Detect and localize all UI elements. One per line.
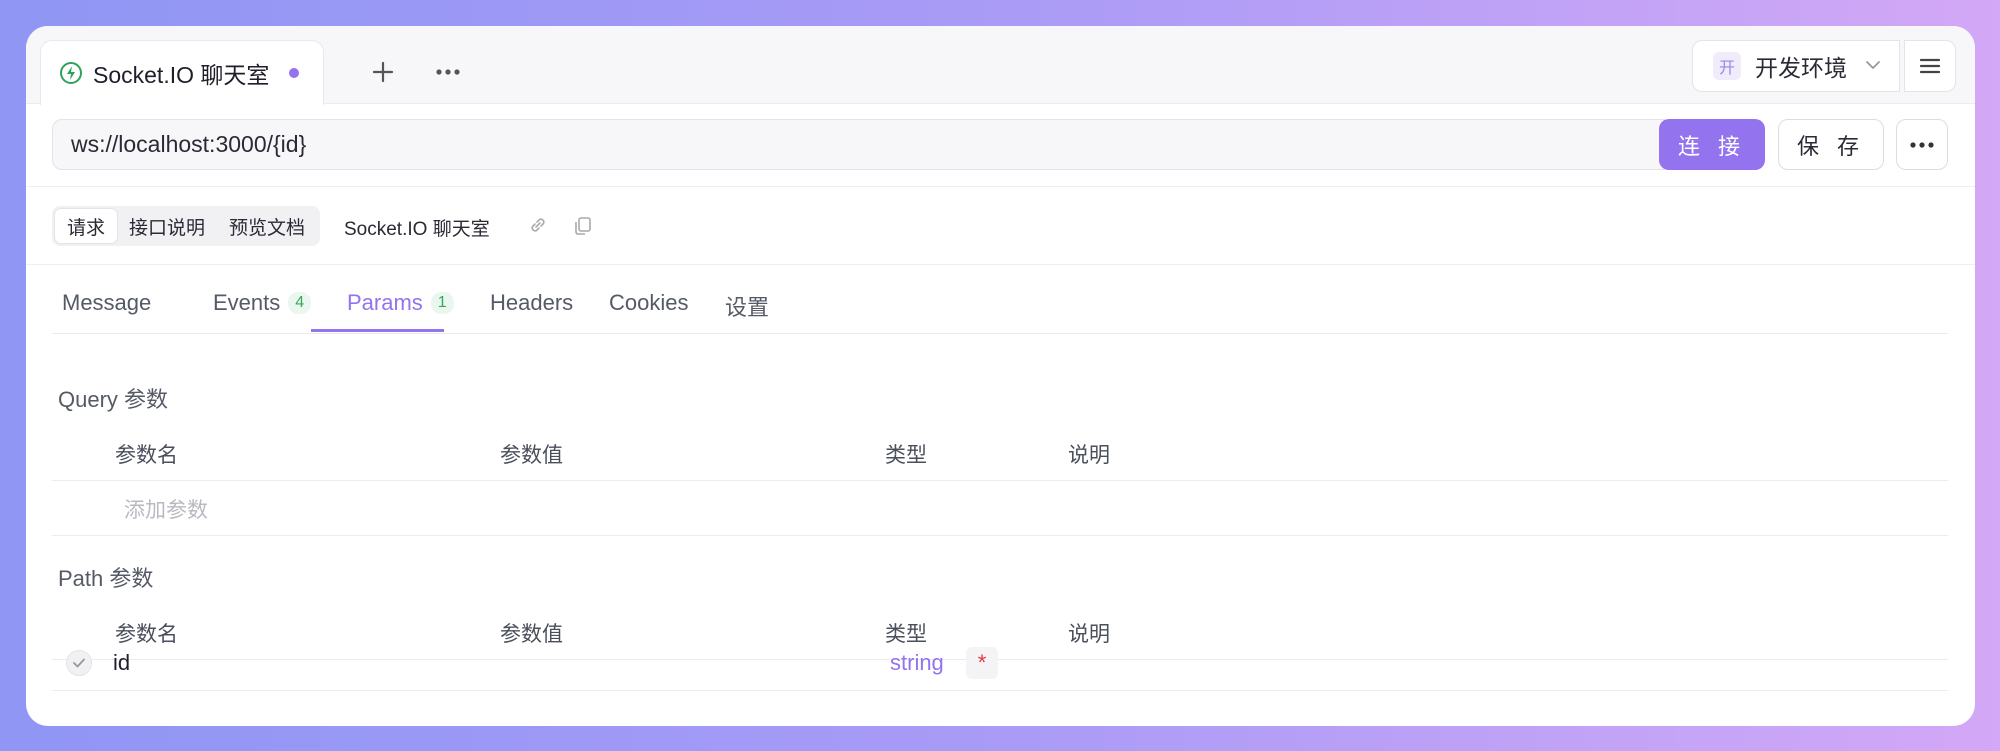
env-badge: 开 xyxy=(1713,52,1741,80)
new-tab-button[interactable] xyxy=(361,50,405,94)
copy-icon[interactable] xyxy=(570,212,596,238)
segment-preview-doc[interactable]: 预览文档 xyxy=(217,209,317,243)
tab-cookies[interactable]: Cookies xyxy=(609,290,688,316)
tab-events[interactable]: Events 4 xyxy=(213,290,312,316)
query-col-desc: 说明 xyxy=(1068,444,1110,467)
active-tab-indicator xyxy=(311,329,444,332)
divider xyxy=(52,480,1948,481)
path-col-desc: 说明 xyxy=(1068,623,1110,646)
connect-button[interactable]: 连 接 xyxy=(1659,119,1765,170)
path-col-type: 类型 xyxy=(885,623,927,646)
path-section-title: Path 参数 xyxy=(58,566,154,591)
tab-bar: Socket.IO 聊天室 开 开发环境 xyxy=(26,26,1975,105)
path-col-name: 参数名 xyxy=(115,623,178,646)
tab-params-label: Params xyxy=(347,290,423,315)
tab-socketio-chat[interactable]: Socket.IO 聊天室 xyxy=(40,40,324,105)
query-section-title: Query 参数 xyxy=(58,387,169,412)
param-type-cell[interactable]: string xyxy=(890,650,944,676)
tab-settings-label: 设置 xyxy=(725,295,770,320)
plus-icon xyxy=(372,61,394,83)
tab-message[interactable]: Message xyxy=(62,290,151,316)
events-count-badge: 4 xyxy=(288,292,312,314)
divider xyxy=(52,659,1948,660)
link-icon[interactable] xyxy=(525,212,551,238)
ellipsis-icon xyxy=(1910,141,1934,148)
chevron-down-icon xyxy=(1865,57,1881,75)
hamburger-icon xyxy=(1919,58,1941,74)
params-count-badge: 1 xyxy=(430,292,454,314)
param-enable-checkbox[interactable] xyxy=(66,650,92,676)
request-tabs: Message Events 4 Params 1 Headers Cookies … xyxy=(52,282,1948,334)
path-col-value: 参数值 xyxy=(500,623,563,646)
url-input[interactable]: ws://localhost:3000/{id} xyxy=(52,119,1672,170)
add-query-param-input[interactable]: 添加参数 xyxy=(124,494,208,524)
query-col-name: 参数名 xyxy=(115,444,178,467)
ellipsis-icon xyxy=(436,69,460,75)
tab-headers-label: Headers xyxy=(490,290,574,315)
doc-name: Socket.IO 聊天室 xyxy=(344,219,490,240)
env-name: 开发环境 xyxy=(1755,55,1847,81)
divider xyxy=(26,186,1975,187)
tab-params[interactable]: Params 1 xyxy=(347,290,454,316)
tab-cookies-label: Cookies xyxy=(609,290,689,315)
check-icon xyxy=(73,658,85,668)
divider xyxy=(52,690,1948,691)
param-name-cell[interactable]: id xyxy=(113,650,130,676)
request-panel: Socket.IO 聊天室 开 开发环境 ws://localhost:3000… xyxy=(26,26,1975,726)
env-menu-button[interactable] xyxy=(1904,40,1956,92)
more-button[interactable] xyxy=(1896,119,1948,170)
tab-events-label: Events xyxy=(213,290,281,315)
environment-select[interactable]: 开 开发环境 xyxy=(1692,40,1900,92)
tab-more-button[interactable] xyxy=(426,50,470,94)
tab-settings[interactable]: 设置 xyxy=(725,290,769,322)
segment-api-doc[interactable]: 接口说明 xyxy=(117,209,217,243)
tab-title: Socket.IO 聊天室 xyxy=(93,62,270,88)
socket-io-icon xyxy=(59,61,83,85)
tab-message-label: Message xyxy=(62,290,152,315)
save-button[interactable]: 保 存 xyxy=(1778,119,1884,170)
required-badge[interactable]: * xyxy=(966,647,998,679)
segment-request[interactable]: 请求 xyxy=(55,209,118,243)
divider xyxy=(52,535,1948,536)
tab-headers[interactable]: Headers xyxy=(490,290,573,316)
view-switcher: 请求 接口说明 预览文档 xyxy=(52,206,321,246)
query-col-type: 类型 xyxy=(885,444,927,467)
divider xyxy=(26,264,1975,265)
query-col-value: 参数值 xyxy=(500,444,563,467)
unsaved-dot xyxy=(289,68,299,78)
